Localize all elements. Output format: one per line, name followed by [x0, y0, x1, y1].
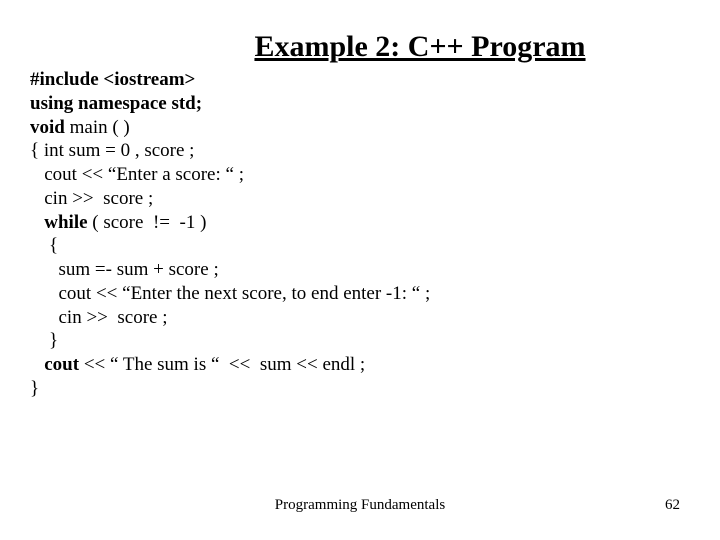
code-line-8: {: [30, 235, 58, 256]
footer-center: Programming Fundamentals: [0, 497, 720, 514]
code-line-5: cout << “Enter a score: “ ;: [30, 164, 244, 185]
slide-title: Example 2: C++ Program: [30, 30, 690, 64]
kw-void: void: [30, 117, 65, 138]
code-line-9: sum =- sum + score ;: [30, 259, 219, 280]
slide: Example 2: C++ Program #include <iostrea…: [0, 0, 720, 540]
code-line-14: }: [30, 378, 39, 399]
code-block: #include <iostream> using namespace std;…: [30, 68, 690, 401]
code-line-7b: ( score != -1 ): [88, 212, 207, 233]
kw-cout: cout: [30, 354, 79, 375]
code-line-2: using namespace std;: [30, 93, 202, 114]
code-line-13b: << “ The sum is “ << sum << endl ;: [79, 354, 365, 375]
kw-while: while: [30, 212, 88, 233]
code-line-3b: main ( ): [65, 117, 130, 138]
code-line-12: }: [30, 330, 58, 351]
code-line-6: cin >> score ;: [30, 188, 153, 209]
page-number: 62: [665, 497, 680, 514]
code-line-1: #include <iostream>: [30, 69, 195, 90]
code-line-4: { int sum = 0 , score ;: [30, 140, 194, 161]
code-line-11: cin >> score ;: [30, 307, 168, 328]
code-line-10: cout << “Enter the next score, to end en…: [30, 283, 430, 304]
